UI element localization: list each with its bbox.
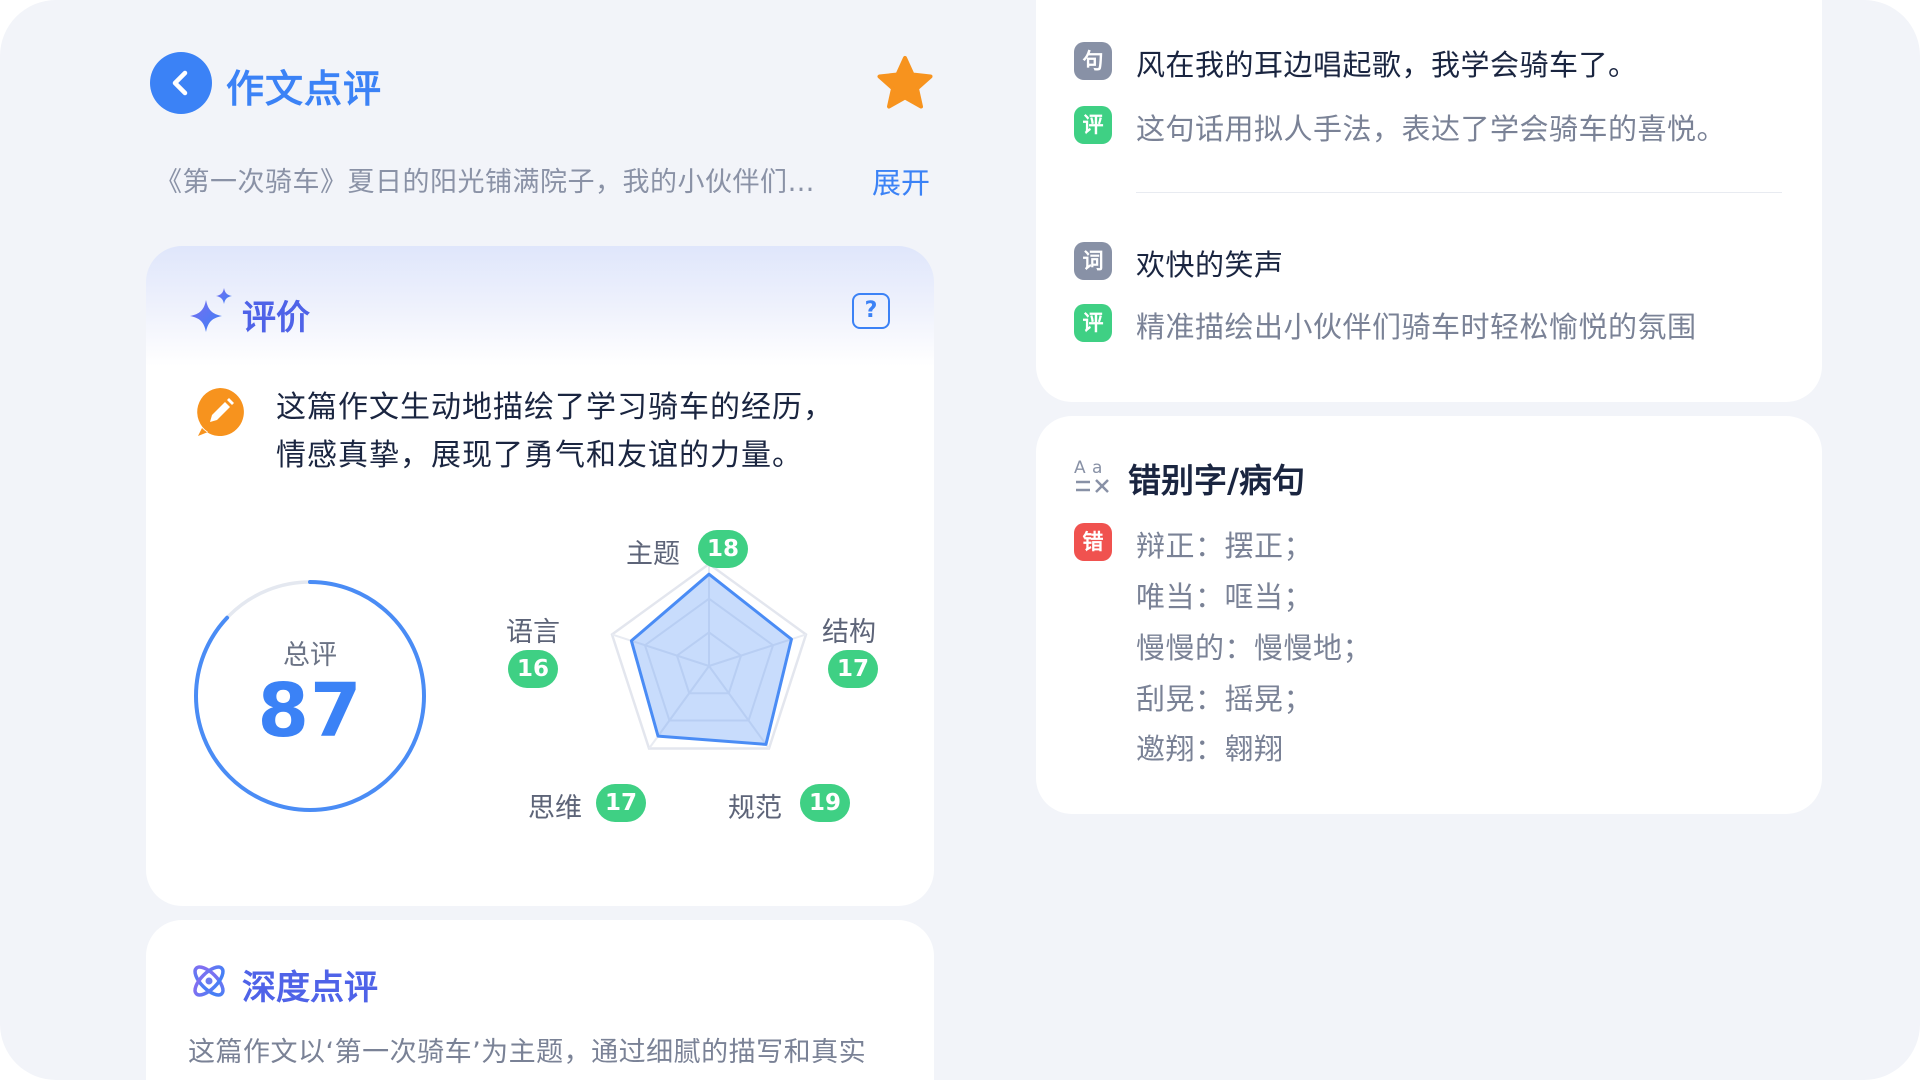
page-title: 作文点评 [226,67,383,111]
evaluation-card: 评价 ? 这篇作文生动地描绘了学习骑车的经历， 情感真挚，展现了勇气和友谊的力量… [146,246,934,906]
radar-dimension-label: 主题 [626,539,680,570]
errors-title: 错别字/病句 [1128,461,1306,500]
favorite-button[interactable] [875,54,935,114]
star-icon [877,56,933,109]
radar-dimension-label: 思维 [528,793,582,824]
typo-icon: A a [1074,458,1109,493]
radar-dimension-label: 语言 [506,617,560,648]
header: 作文点评 [150,50,935,120]
word-comment: 精准描绘出小伙伴们骑车时轻松愉悦的氛围 [1136,310,1697,344]
radar-dimension-score: 17 [828,650,878,688]
sentence-tag: 句 [1074,42,1112,80]
word-tag: 词 [1074,242,1112,280]
error-item: 唯当：哐当； [1136,580,1314,614]
radar-dimension-label: 结构 [822,617,876,648]
chevron-left-icon [172,70,188,96]
dimension-radar: 主题 18 结构 17 规范 19 思维 17 语言 16 [146,246,934,906]
essay-excerpt: 《第一次骑车》夏日的阳光铺满院子，我的小伙伴们… [155,167,815,198]
highlight-card: 句 风在我的耳边唱起歌，我学会骑车了。 评 这句话用拟人手法，表达了学会骑车的喜… [1036,0,1822,402]
error-item: 慢慢的：慢慢地； [1136,631,1373,665]
back-button[interactable] [150,52,212,114]
error-item: 刮晃：摇晃； [1136,682,1314,716]
svg-text:A: A [1074,458,1086,478]
sentence-comment-tag: 评 [1074,106,1112,144]
app-frame: 作文点评 《第一次骑车》夏日的阳光铺满院子，我的小伙伴们… 展开 评价 ? 这篇… [0,0,1920,1080]
radar-dimension-score: 16 [508,650,558,688]
word-comment-tag: 评 [1074,304,1112,342]
atom-icon [193,965,225,997]
deep-review-text: 这篇作文以‘第一次骑车’为主题，通过细腻的描写和真实 [188,1037,867,1068]
error-item: 邀翔：翱翔 [1136,732,1284,766]
error-tag: 错 [1074,523,1112,561]
svg-text:a: a [1092,458,1102,478]
error-item: 辩正：摆正； [1136,529,1314,563]
radar-dimension-score: 17 [596,784,646,822]
divider [1136,192,1782,193]
radar-dimension-score: 18 [698,530,748,568]
errors-card: A a 错别字/病句 错 辩正：摆正； 唯当：哐当； 慢慢的：慢慢地； 刮晃：摇… [1036,416,1822,814]
radar-dimension-label: 规范 [728,793,782,824]
expand-link[interactable]: 展开 [872,160,930,202]
deep-review-card: 深度点评 这篇作文以‘第一次骑车’为主题，通过细腻的描写和真实 [146,920,934,1080]
radar-value-area [629,572,793,746]
radar-dimension-score: 19 [800,784,850,822]
sentence-comment: 这句话用拟人手法，表达了学会骑车的喜悦。 [1136,112,1727,146]
highlight-sentence: 风在我的耳边唱起歌，我学会骑车了。 [1136,48,1638,82]
deep-review-title: 深度点评 [242,968,378,1008]
highlight-word: 欢快的笑声 [1136,248,1284,282]
